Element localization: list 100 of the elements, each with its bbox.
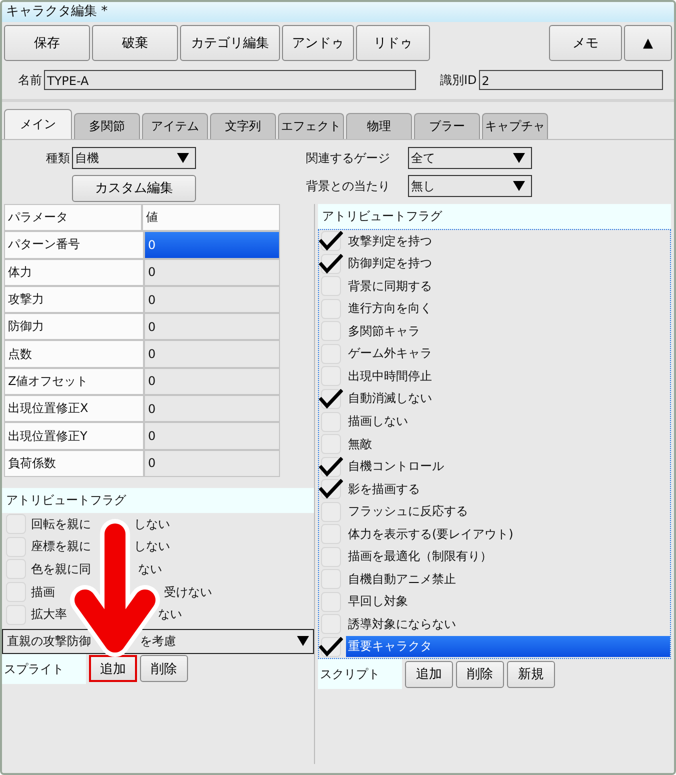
tab[interactable]: メイン xyxy=(4,109,72,139)
section-label: スクリプト xyxy=(318,659,402,689)
checkbox-label[interactable]: 防御判定を持つ xyxy=(346,253,670,274)
checkbox-label: しない xyxy=(134,516,170,533)
column-header: パラメータ xyxy=(4,204,142,232)
table-cell[interactable]: 0 xyxy=(144,231,280,259)
checkbox-label: 色を親に同 xyxy=(31,560,91,578)
check-icon xyxy=(319,479,343,500)
background-hit-dropdown[interactable]: 無し xyxy=(408,175,532,197)
checkbox-label[interactable]: 体力を表示する(要レイアウト) xyxy=(346,524,670,545)
checkbox-label[interactable]: 重要キャラクタ xyxy=(346,636,670,658)
table-cell: 出現位置修正Y xyxy=(4,422,144,450)
table-cell: 出現位置修正X xyxy=(4,395,144,422)
section-header: アトリビュートフラグ xyxy=(2,488,314,513)
toolbar-button[interactable]: アンドゥ xyxy=(282,25,354,61)
checkbox-label[interactable]: 攻撃判定を持つ xyxy=(346,230,670,252)
checkbox-label[interactable]: 自動消滅しない xyxy=(346,388,670,410)
field-label: 識別ID xyxy=(440,72,477,88)
checkbox-label[interactable]: ゲーム外キャラ xyxy=(346,343,670,364)
checkbox-label[interactable]: 早回し対象 xyxy=(346,591,670,612)
id-field[interactable]: 2 xyxy=(478,70,663,90)
checkbox[interactable] xyxy=(321,388,341,409)
check-icon xyxy=(319,456,343,477)
table-cell: 攻撃力 xyxy=(4,286,144,314)
name-field[interactable]: TYPE-A xyxy=(44,70,416,90)
relation-dropdown[interactable]: 直親の攻撃防御 を考慮 xyxy=(2,628,314,654)
checkbox-label: 拡大率 xyxy=(31,606,67,624)
tab[interactable]: 物理 xyxy=(346,113,412,139)
toolbar-button[interactable]: リドゥ xyxy=(356,25,430,61)
tab[interactable]: 文字列 xyxy=(210,113,276,139)
gauge-dropdown[interactable]: 全て xyxy=(408,147,532,169)
toolbar-button[interactable]: 保存 xyxy=(4,25,90,61)
kind-dropdown[interactable]: 自機 xyxy=(72,147,196,169)
window-title: キャラクタ編集 * xyxy=(2,2,674,22)
checkbox-label: 描画 xyxy=(31,584,55,601)
checkbox-label: 回転を親に xyxy=(31,516,91,533)
table-cell[interactable]: 0 xyxy=(144,340,280,368)
check-icon xyxy=(319,254,343,274)
table-cell: 防御力 xyxy=(4,313,144,340)
custom-edit-button[interactable]: カスタム編集 xyxy=(72,174,196,202)
checkbox-label[interactable]: フラッシュに反応する xyxy=(346,501,670,522)
checkbox-label: ない xyxy=(138,560,162,578)
checkbox[interactable] xyxy=(6,514,26,534)
checkbox-label[interactable]: 出現中時間停止 xyxy=(346,366,670,387)
checkbox-label[interactable]: 描画しない xyxy=(346,411,670,432)
column-header: 値 xyxy=(142,204,280,232)
check-icon xyxy=(319,231,343,252)
table-cell[interactable]: 0 xyxy=(144,395,280,422)
tab[interactable]: エフェクト xyxy=(278,113,344,139)
checkbox[interactable] xyxy=(321,231,341,252)
sprite-button[interactable]: 追加 xyxy=(89,655,137,682)
field-label: 背景との当たり xyxy=(306,178,391,194)
table-cell: 負荷係数 xyxy=(4,450,144,477)
sprite-button[interactable]: 削除 xyxy=(140,655,188,682)
table-cell[interactable]: 0 xyxy=(144,313,280,340)
caret-icon xyxy=(177,153,189,163)
field-label: 名前 xyxy=(18,72,42,88)
table-cell[interactable]: 0 xyxy=(144,368,280,396)
check-icon xyxy=(319,388,343,409)
checkbox-label[interactable]: 描画を最適化（制限有り） xyxy=(346,546,670,568)
tab[interactable]: アイテム xyxy=(142,113,208,139)
checkbox-label[interactable]: 無敵 xyxy=(346,434,670,455)
section-label: スプライト xyxy=(2,654,86,684)
table-cell: Z値オフセット xyxy=(4,368,144,396)
toolbar-button[interactable]: メモ xyxy=(549,25,622,61)
field-label: 種類 xyxy=(45,150,70,166)
script-button[interactable]: 新規 xyxy=(507,660,555,688)
caret-icon xyxy=(513,153,525,163)
table-cell[interactable]: 0 xyxy=(144,450,280,477)
checkbox[interactable] xyxy=(321,479,341,500)
script-button[interactable]: 削除 xyxy=(456,660,504,688)
checkbox[interactable] xyxy=(321,254,341,274)
checkbox-label[interactable]: 多関節キャラ xyxy=(346,320,670,342)
checkbox-label: 受けない xyxy=(164,584,212,601)
checkbox-label[interactable]: 背景に同期する xyxy=(346,276,670,297)
checkbox[interactable] xyxy=(321,456,341,477)
table-cell[interactable]: 0 xyxy=(144,286,280,314)
toolbar-button[interactable]: カテゴリ編集 xyxy=(180,25,280,61)
table-cell: 点数 xyxy=(4,340,144,368)
table-cell[interactable]: 0 xyxy=(144,258,280,286)
field-label: 関連するゲージ xyxy=(306,150,391,166)
table-cell: パターン番号 xyxy=(4,231,144,259)
checkbox-label[interactable]: 進行方向を向く xyxy=(346,298,670,320)
checkbox-label[interactable]: 影を描画する xyxy=(346,478,670,500)
checkbox-label[interactable]: 自機自動アニメ禁止 xyxy=(346,568,670,590)
toolbar-button[interactable]: ▲ xyxy=(624,25,672,61)
script-button[interactable]: 追加 xyxy=(405,660,453,688)
check-icon xyxy=(319,636,343,657)
checkbox-label[interactable]: 自機コントロール xyxy=(346,456,670,478)
checkbox-label: 座標を親に xyxy=(31,538,91,556)
tab[interactable]: 多関節 xyxy=(74,113,140,139)
tab[interactable]: ブラー xyxy=(414,113,480,139)
checkbox-label[interactable]: 誘導対象にならない xyxy=(346,614,670,635)
caret-icon xyxy=(297,636,309,646)
toolbar-button[interactable]: 破棄 xyxy=(92,25,178,61)
checkbox[interactable] xyxy=(321,636,341,657)
table-cell[interactable]: 0 xyxy=(144,422,280,450)
tab[interactable]: キャプチャ xyxy=(482,113,548,139)
table-cell: 体力 xyxy=(4,258,144,286)
section-header: アトリビュートフラグ xyxy=(318,204,671,229)
